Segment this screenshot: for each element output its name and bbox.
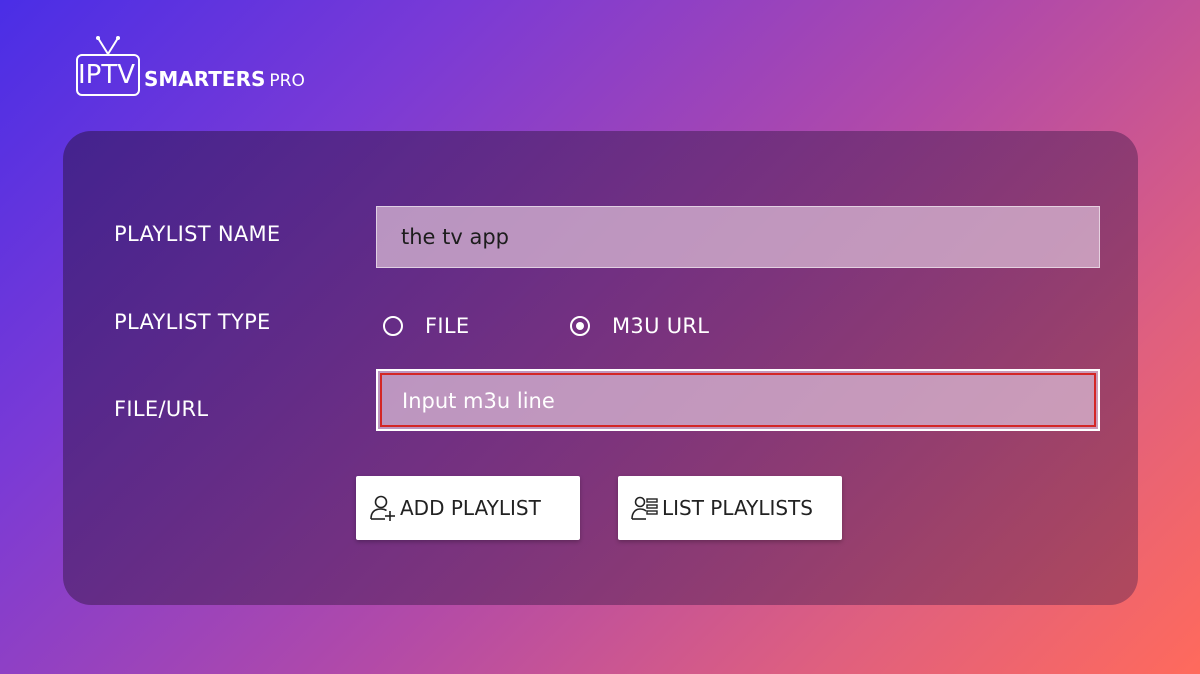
tv-antenna-icon — [96, 36, 120, 55]
add-playlist-panel — [63, 131, 1138, 605]
add-playlist-label: ADD PLAYLIST — [400, 496, 541, 520]
radio-file[interactable] — [383, 316, 403, 336]
radio-option-m3u-url[interactable]: M3U URL — [570, 306, 709, 346]
file-url-input[interactable]: Input m3u line — [376, 369, 1100, 431]
radio-m3u-url[interactable] — [570, 316, 590, 336]
playlist-name-label: PLAYLIST NAME — [114, 222, 281, 246]
list-playlists-button[interactable]: LIST PLAYLISTS — [618, 476, 842, 540]
logo-pro-word: PRO — [269, 71, 305, 91]
file-url-label: FILE/URL — [114, 397, 209, 421]
list-playlists-label: LIST PLAYLISTS — [662, 496, 813, 520]
user-plus-icon — [370, 495, 395, 521]
logo-smarters-text: SMARTERS PRO — [144, 66, 305, 94]
logo-iptv-text: IPTV — [78, 60, 136, 90]
radio-m3u-url-label: M3U URL — [612, 314, 710, 338]
radio-file-label: FILE — [425, 314, 470, 338]
user-list-icon — [631, 496, 658, 520]
playlist-type-label: PLAYLIST TYPE — [114, 310, 271, 334]
logo-smarters-word: SMARTERS — [144, 67, 266, 91]
radio-option-file[interactable]: FILE — [383, 306, 469, 346]
app-logo: IPTV SMARTERS PRO — [76, 36, 336, 100]
playlist-name-input[interactable]: the tv app — [376, 206, 1100, 268]
add-playlist-button[interactable]: ADD PLAYLIST — [356, 476, 580, 540]
